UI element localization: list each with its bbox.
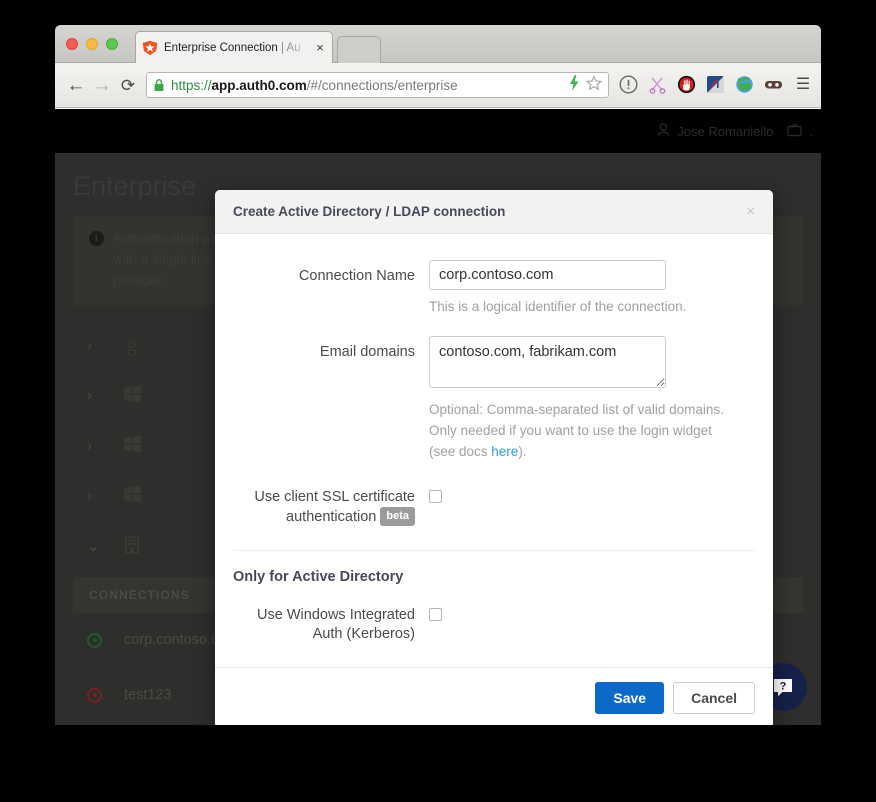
cancel-button[interactable]: Cancel — [673, 681, 755, 714]
browser-window: Enterprise Connection | Au × ← → ⟳ https… — [55, 25, 821, 725]
beta-badge: beta — [380, 507, 415, 527]
user-name: Jose Romaniello — [677, 123, 774, 139]
client-ssl-field-wrap — [429, 481, 755, 528]
maximize-window-button[interactable] — [106, 38, 118, 50]
back-button[interactable]: ← — [63, 76, 89, 95]
reload-button[interactable]: ⟳ — [115, 77, 141, 94]
kerberos-row: Use Windows Integrated Auth (Kerberos) — [233, 599, 755, 645]
kerberos-field-wrap — [429, 599, 755, 645]
docs-here-link[interactable]: here — [491, 444, 518, 459]
incognito-mask-icon[interactable] — [764, 75, 784, 95]
building-icon — [121, 535, 143, 557]
question-speech-bubble-icon: ? — [774, 679, 792, 697]
lock-icon — [153, 78, 165, 92]
browser-menu-button[interactable]: ☰ — [793, 77, 813, 93]
scissors-icon[interactable] — [648, 75, 668, 95]
modal-footer: Save Cancel — [215, 666, 773, 725]
email-domains-row: Email domains Optional: Comma-separated … — [233, 335, 755, 463]
connection-name-help: This is a logical identifier of the conn… — [429, 299, 687, 314]
chevron-right-icon: › — [87, 337, 92, 355]
tab-close-icon[interactable]: × — [314, 41, 326, 54]
browser-toolbar: ← → ⟳ https://app.auth0.com/#/connection… — [55, 63, 821, 108]
connection-name-field-wrap: This is a logical identifier of the conn… — [429, 260, 755, 318]
email-domains-label: Email domains — [319, 343, 415, 360]
window-controls — [66, 38, 118, 50]
modal-header: Create Active Directory / LDAP connectio… — [215, 190, 773, 234]
chevron-down-icon: ⌄ — [87, 537, 100, 555]
windows-icon — [121, 485, 143, 506]
client-ssl-checkbox[interactable] — [429, 489, 442, 503]
app-topbar: Jose Romaniello . — [55, 109, 821, 153]
url-text: https://app.auth0.com/#/connections/ente… — [171, 77, 458, 93]
new-tab-button[interactable] — [337, 36, 381, 63]
email-domains-help: Optional: Comma-separated list of valid … — [429, 401, 724, 459]
create-connection-modal: Create Active Directory / LDAP connectio… — [215, 190, 773, 725]
kerberos-checkbox[interactable] — [429, 607, 442, 621]
google-icon: g — [127, 334, 137, 357]
chevron-right-icon: › — [87, 387, 92, 405]
lightning-bolt-icon[interactable] — [568, 74, 581, 96]
person-icon — [657, 122, 670, 140]
modal-title: Create Active Directory / LDAP connectio… — [233, 204, 506, 219]
browser-tab-title: Enterprise Connection | Au — [164, 41, 301, 54]
email-domains-textarea[interactable] — [429, 335, 666, 388]
close-window-button[interactable] — [66, 38, 78, 50]
connection-name-label: Connection Name — [298, 268, 415, 284]
star-icon[interactable] — [585, 74, 603, 96]
client-ssl-row: Use client SSL certificate authenticatio… — [233, 481, 755, 528]
save-button[interactable]: Save — [595, 681, 665, 714]
connection-name-row: Connection Name This is a logical identi… — [233, 260, 755, 318]
modal-body: Connection Name This is a logical identi… — [215, 234, 773, 645]
status-ring-icon — [87, 687, 102, 703]
forward-button[interactable]: → — [89, 76, 115, 95]
info-circle-icon[interactable] — [619, 75, 639, 95]
close-icon[interactable]: × — [746, 204, 755, 219]
tenant-label: . — [809, 123, 813, 139]
omnibox-actions — [568, 74, 603, 96]
client-ssl-label: Use client SSL certificate authenticatio… — [254, 488, 415, 527]
windows-icon — [121, 435, 143, 456]
browser-tab-active[interactable]: Enterprise Connection | Au × — [135, 31, 333, 63]
chevron-right-icon: › — [87, 437, 92, 455]
auth0-shield-icon — [142, 40, 158, 56]
section-divider — [233, 549, 755, 551]
address-bar[interactable]: https://app.auth0.com/#/connections/ente… — [146, 72, 609, 98]
active-directory-section-title: Only for Active Directory — [233, 568, 404, 585]
status-ring-icon — [87, 632, 102, 648]
speedometer-icon[interactable] — [706, 75, 726, 95]
user-menu[interactable]: Jose Romaniello — [657, 122, 774, 140]
globe-icon[interactable] — [735, 75, 755, 95]
kerberos-label: Use Windows Integrated Auth (Kerberos) — [257, 606, 415, 643]
windows-icon — [121, 385, 143, 406]
info-icon: i — [89, 231, 104, 246]
adblock-stop-icon[interactable] — [677, 75, 697, 95]
email-domains-field-wrap: Optional: Comma-separated list of valid … — [429, 335, 755, 463]
connection-name-input[interactable] — [429, 260, 666, 290]
extension-toolbar: ☰ — [616, 75, 813, 95]
minimize-window-button[interactable] — [86, 38, 98, 50]
connection-name: test123 — [124, 687, 172, 704]
chevron-right-icon: › — [87, 487, 92, 505]
tab-strip: Enterprise Connection | Au × — [55, 25, 821, 63]
tenant-menu[interactable]: . — [787, 123, 813, 140]
briefcase-icon — [787, 123, 802, 140]
svg-text:?: ? — [780, 681, 787, 693]
